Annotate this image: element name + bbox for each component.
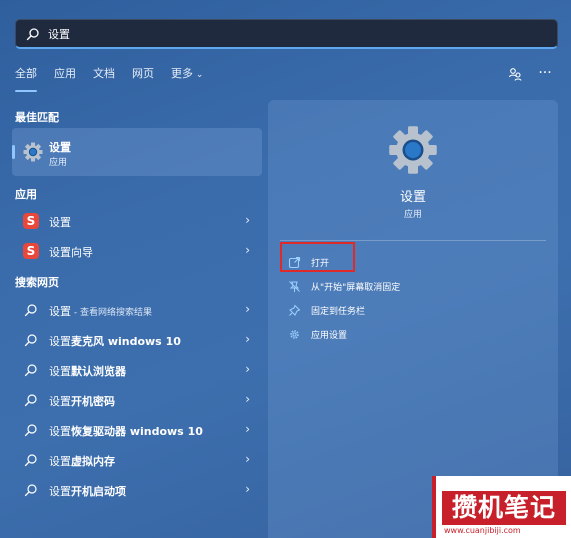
web-item-suffix: 恢复驱动器 windows 10	[71, 425, 203, 438]
web-item[interactable]: 设置虚拟内存 ›	[12, 447, 262, 473]
chevron-right-icon[interactable]: ›	[245, 302, 250, 316]
web-item-suffix: 开机密码	[71, 395, 115, 408]
sogou-app-icon: S	[23, 213, 39, 229]
settings-gear-icon	[23, 142, 43, 162]
panel-title: 设置	[399, 190, 426, 205]
web-item-suffix: 虚拟内存	[71, 455, 115, 468]
settings-gear-icon	[389, 126, 437, 174]
web-search-heading: 搜索网页	[15, 276, 59, 289]
unpin-start-button[interactable]: 从"开始"屏幕取消固定	[288, 278, 400, 294]
top-actions: ···	[493, 66, 553, 82]
web-item-label: 设置开机启动项	[49, 483, 126, 499]
web-item-label: 设置恢复驱动器 windows 10	[49, 423, 203, 439]
detail-panel: 设置 应用 打开 从"开始"屏幕取消固定 固定到任务栏 应用设置	[268, 100, 558, 538]
search-icon	[24, 394, 37, 407]
web-item-prefix: 设置	[49, 485, 71, 498]
web-item-suffix: 麦克风 windows 10	[71, 335, 181, 348]
chevron-right-icon[interactable]: ›	[245, 332, 250, 346]
web-item[interactable]: 设置开机密码 ›	[12, 387, 262, 413]
panel-subtitle: 应用	[403, 210, 422, 220]
tab-more[interactable]: 更多 ⌄	[171, 67, 203, 85]
search-icon	[24, 364, 37, 377]
unpin-start-label: 从"开始"屏幕取消固定	[311, 282, 401, 293]
search-icon	[24, 454, 37, 467]
web-item[interactable]: 设置 - 查看网络搜索结果 ›	[12, 297, 262, 323]
app-item-label: 设置向导	[49, 246, 93, 259]
search-box[interactable]: 设置	[15, 19, 558, 49]
divider	[280, 240, 546, 241]
chevron-right-icon[interactable]: ›	[245, 213, 250, 227]
best-match-item[interactable]: 设置 应用	[12, 128, 262, 176]
app-item-label: 设置	[49, 216, 71, 229]
web-item[interactable]: 设置开机启动项 ›	[12, 477, 262, 503]
web-item[interactable]: 设置恢复驱动器 windows 10 ›	[12, 417, 262, 443]
watermark-url: www.cuanjibiji.com	[444, 526, 521, 535]
more-options-icon[interactable]: ···	[537, 66, 553, 82]
search-icon	[24, 424, 37, 437]
open-label: 打开	[311, 258, 330, 269]
web-item-suffix: - 查看网络搜索结果	[71, 308, 152, 318]
web-item-prefix: 设置	[49, 455, 71, 468]
web-item-label: 设置默认浏览器	[49, 363, 126, 379]
tab-apps[interactable]: 应用	[54, 67, 76, 85]
tab-web[interactable]: 网页	[132, 67, 154, 85]
app-item-settings[interactable]: S 设置 ›	[12, 208, 262, 234]
unpin-icon	[289, 280, 300, 292]
search-icon	[24, 484, 37, 497]
search-input[interactable]: 设置	[48, 26, 70, 42]
filter-tabs: 全部 应用 文档 网页 更多 ⌄	[15, 67, 220, 92]
selection-indicator	[12, 145, 15, 159]
search-icon	[24, 334, 37, 347]
watermark-bar	[432, 476, 436, 538]
app-item-settings-wizard[interactable]: S 设置向导 ›	[12, 238, 262, 264]
pin-taskbar-label: 固定到任务栏	[311, 306, 366, 317]
chevron-right-icon[interactable]: ›	[245, 452, 250, 466]
web-item-prefix: 设置	[49, 335, 71, 348]
app-settings-label: 应用设置	[311, 330, 348, 341]
pin-taskbar-button[interactable]: 固定到任务栏	[288, 302, 365, 318]
chevron-right-icon[interactable]: ›	[245, 422, 250, 436]
tab-documents[interactable]: 文档	[93, 67, 115, 85]
apps-heading: 应用	[15, 188, 37, 201]
watermark-logo: 攒机笔记 www.cuanjibiji.com	[432, 476, 571, 538]
tab-more-label: 更多	[171, 67, 193, 80]
watermark-text: 攒机笔记	[442, 491, 566, 525]
chevron-down-icon: ⌄	[193, 70, 204, 80]
web-item-label: 设置 - 查看网络搜索结果	[49, 303, 152, 319]
open-external-icon	[288, 256, 301, 268]
best-match-heading: 最佳匹配	[15, 111, 59, 124]
best-match-title: 设置	[49, 141, 71, 154]
web-item-suffix: 开机启动项	[71, 485, 126, 498]
pin-icon	[289, 304, 301, 316]
web-item-prefix: 设置	[49, 365, 71, 378]
gear-icon	[290, 329, 299, 339]
app-settings-button[interactable]: 应用设置	[288, 326, 347, 342]
web-item-label: 设置麦克风 windows 10	[49, 333, 181, 349]
chevron-right-icon[interactable]: ›	[245, 362, 250, 376]
web-item-label: 设置开机密码	[49, 393, 115, 409]
web-item-prefix: 设置	[49, 425, 71, 438]
account-switch-icon[interactable]	[507, 66, 523, 82]
web-item-prefix: 设置	[49, 395, 71, 408]
open-button[interactable]: 打开	[288, 254, 329, 270]
tab-all[interactable]: 全部	[15, 67, 37, 92]
chevron-right-icon[interactable]: ›	[245, 392, 250, 406]
web-item-label: 设置虚拟内存	[49, 453, 115, 469]
web-item[interactable]: 设置默认浏览器 ›	[12, 357, 262, 383]
web-item-suffix: 默认浏览器	[71, 365, 126, 378]
search-icon	[24, 304, 37, 317]
web-item-prefix: 设置	[49, 305, 71, 318]
web-item[interactable]: 设置麦克风 windows 10 ›	[12, 327, 262, 353]
chevron-right-icon[interactable]: ›	[245, 243, 250, 257]
best-match-subtitle: 应用	[49, 158, 68, 168]
sogou-app-icon: S	[23, 243, 39, 259]
search-icon	[26, 27, 39, 40]
chevron-right-icon[interactable]: ›	[245, 482, 250, 496]
